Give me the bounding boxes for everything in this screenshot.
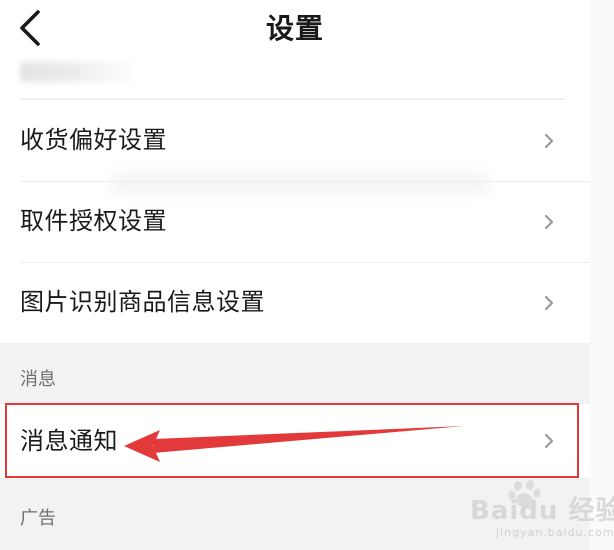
chevron-right-icon bbox=[542, 432, 556, 450]
section-title-ads: 广告 bbox=[20, 508, 56, 529]
chevron-right-icon bbox=[542, 294, 556, 312]
settings-screen: 设置 收货偏好设置 取件授权设置 图片识别商品信息设置 消息 消息通知 广告 bbox=[0, 0, 590, 550]
settings-group-preferences: 收货偏好设置 取件授权设置 图片识别商品信息设置 bbox=[0, 100, 590, 343]
chevron-right-icon bbox=[542, 213, 556, 231]
chevron-right-icon bbox=[542, 132, 556, 150]
screen-edge bbox=[590, 0, 614, 550]
settings-group-messages: 消息通知 bbox=[0, 404, 590, 478]
page-title: 设置 bbox=[265, 12, 324, 45]
menu-item-pickup-authorization[interactable]: 取件授权设置 bbox=[0, 181, 590, 262]
header-bar: 设置 bbox=[0, 0, 590, 60]
menu-item-label: 收货偏好设置 bbox=[20, 126, 167, 154]
blurred-account-row bbox=[0, 60, 590, 100]
menu-item-image-recognition[interactable]: 图片识别商品信息设置 bbox=[0, 262, 590, 343]
section-title-messages: 消息 bbox=[20, 369, 56, 390]
menu-item-delivery-preferences[interactable]: 收货偏好设置 bbox=[0, 100, 590, 181]
menu-item-label: 消息通知 bbox=[20, 427, 118, 455]
menu-item-message-notifications[interactable]: 消息通知 bbox=[0, 404, 590, 478]
blurred-content bbox=[20, 62, 138, 82]
menu-item-label: 图片识别商品信息设置 bbox=[20, 288, 265, 316]
menu-item-label: 取件授权设置 bbox=[20, 207, 167, 235]
